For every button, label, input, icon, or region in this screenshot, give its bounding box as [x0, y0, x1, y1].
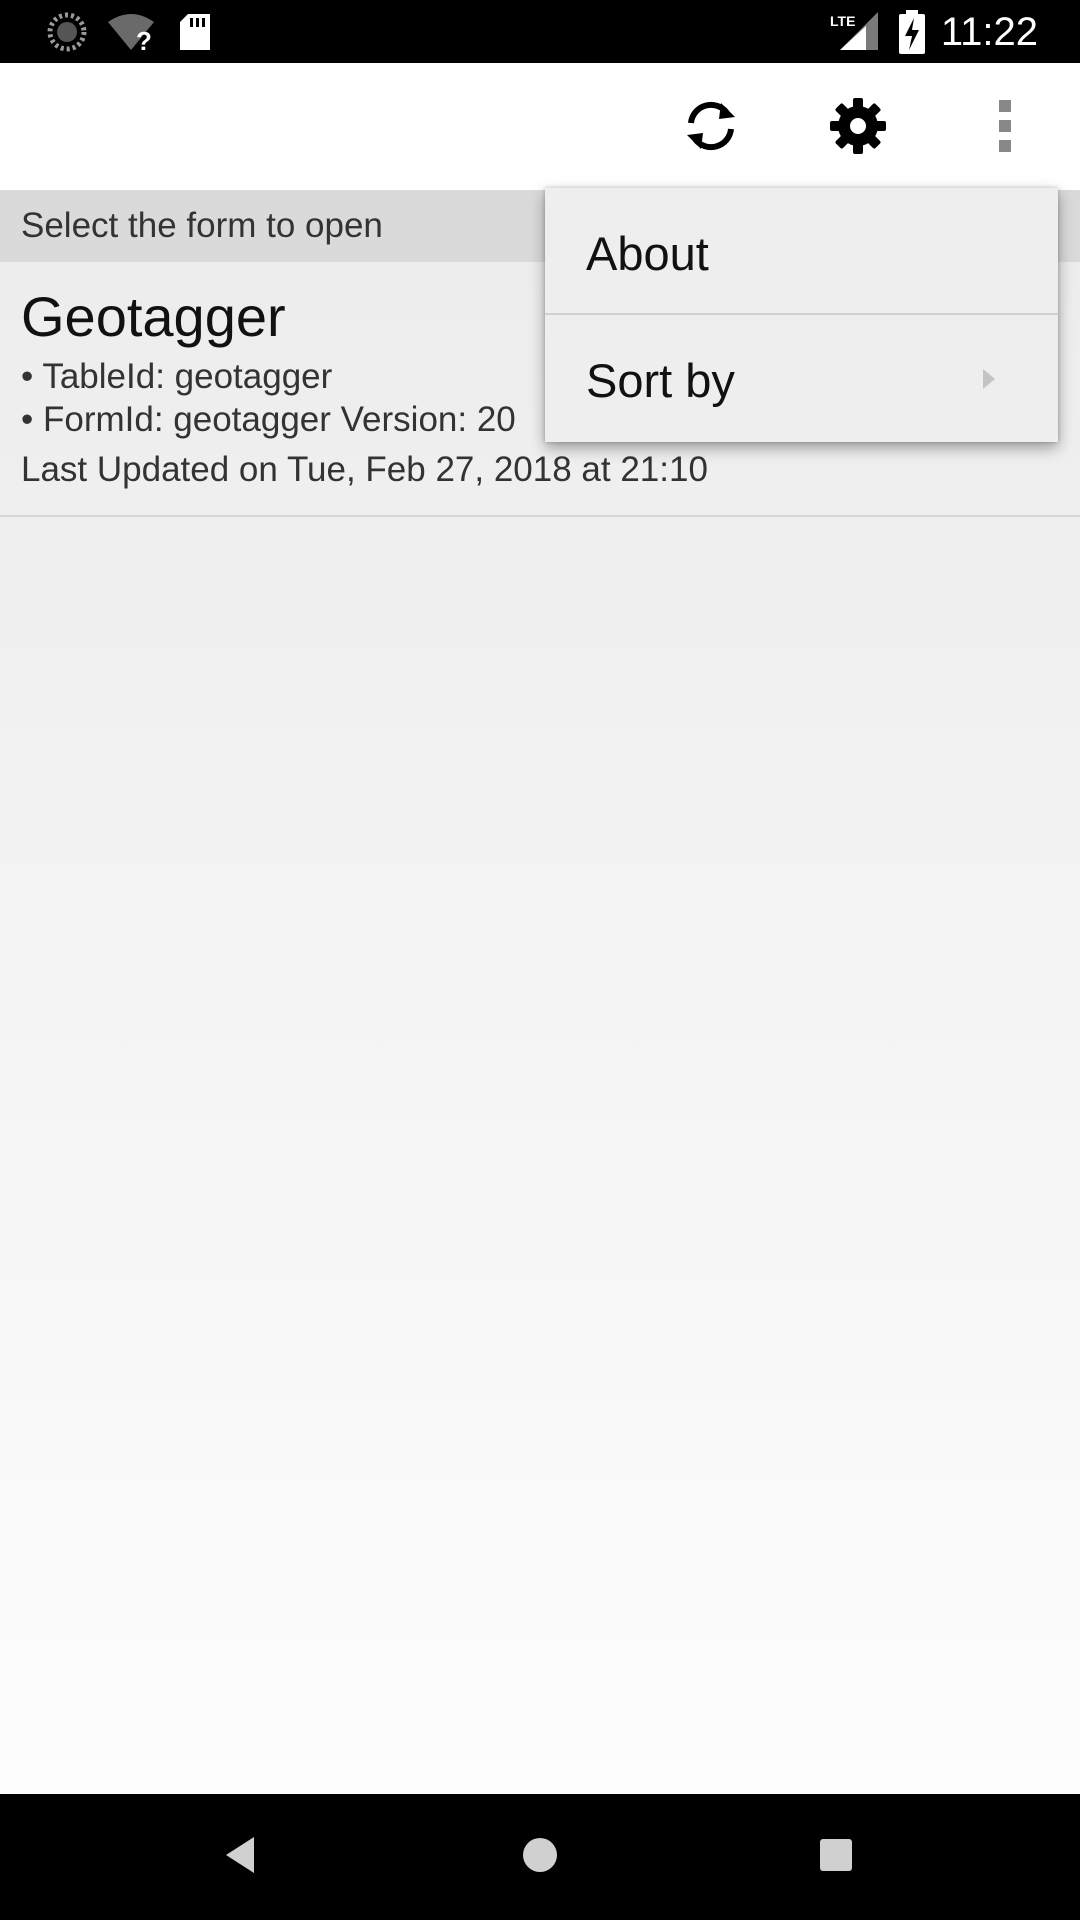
menu-item-label: About: [586, 227, 709, 280]
form-title: Geotagger: [21, 285, 286, 348]
subheader-text: Select the form to open: [21, 206, 383, 245]
menu-item-sort-by[interactable]: Sort by: [545, 315, 1058, 442]
sync-button[interactable]: [676, 93, 746, 163]
lte-signal-icon: LTE: [828, 10, 880, 57]
sync-icon: [681, 101, 741, 156]
clock: 11:22: [940, 10, 1038, 54]
loading-circle-icon: [46, 11, 88, 58]
settings-gear-icon: [830, 97, 886, 159]
back-button[interactable]: [207, 1824, 273, 1890]
form-table-id: • TableId: geotagger: [21, 357, 333, 396]
recents-button[interactable]: [803, 1824, 869, 1890]
app-bar: [0, 63, 1080, 190]
wifi-unknown-icon: ?: [106, 12, 156, 57]
status-bar: ? LTE 11:22: [0, 0, 1080, 63]
form-form-id: • FormId: geotagger Version: 20: [21, 400, 516, 439]
overflow-popup-menu: About Sort by: [545, 188, 1058, 442]
svg-text:LTE: LTE: [830, 13, 855, 29]
submenu-arrow-icon: [982, 368, 996, 395]
menu-item-label: Sort by: [586, 354, 735, 407]
overflow-menu-icon: [995, 98, 1015, 159]
settings-button[interactable]: [823, 93, 893, 163]
navigation-bar: [0, 1794, 1080, 1920]
home-button[interactable]: [507, 1824, 573, 1890]
battery-charging-icon: [898, 10, 926, 59]
svg-text:?: ?: [136, 26, 152, 52]
overflow-menu-button[interactable]: [970, 93, 1040, 163]
sd-card-icon: [178, 12, 212, 57]
recents-icon: [816, 1835, 856, 1880]
home-icon: [520, 1835, 560, 1880]
menu-item-about[interactable]: About: [545, 188, 1058, 315]
back-icon: [220, 1833, 260, 1882]
form-last-updated: Last Updated on Tue, Feb 27, 2018 at 21:…: [21, 450, 708, 489]
